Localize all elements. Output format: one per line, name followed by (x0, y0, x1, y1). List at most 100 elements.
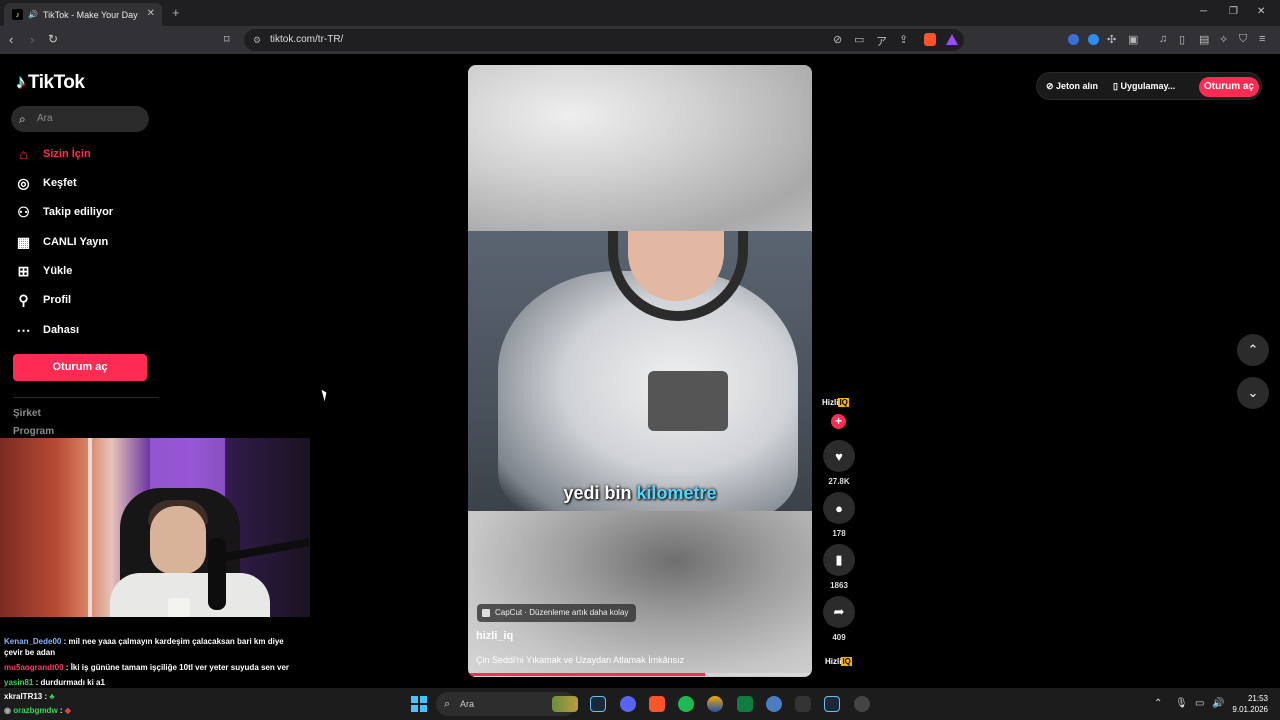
footer-link-program[interactable]: Program (13, 426, 54, 437)
live-icon: ▦ (16, 233, 31, 250)
app-icon[interactable] (854, 696, 870, 712)
brave-icon[interactable] (649, 696, 665, 712)
forward-icon[interactable]: › (30, 32, 34, 47)
chat-message: yasin81 : durdurmadı ki a1 (4, 677, 304, 688)
chat-username: Kenan_Dede00 (4, 637, 62, 646)
like-count: 27.8K (828, 477, 850, 486)
chat-text: : durdurmadı ki a1 (33, 678, 105, 687)
share-count: 409 (832, 633, 846, 642)
taskbar-search-placeholder: Ara (460, 699, 475, 709)
audio-playing-icon[interactable]: 🔊 (28, 10, 38, 19)
spotify-icon[interactable] (678, 696, 694, 712)
close-tab-icon[interactable]: ✕ (147, 8, 155, 19)
network-icon[interactable]: ▭ (1195, 698, 1204, 709)
video-progress-fill (468, 673, 706, 676)
get-app-button[interactable]: ▯ Uygulamay... (1113, 81, 1175, 92)
subtitle-highlight: kilometre (636, 483, 717, 503)
sidebar-item-for-you[interactable]: ⌂ Sizin İçin (14, 144, 91, 164)
sidebar-item-more[interactable]: ⋯ Dahası (14, 320, 80, 340)
media-icon[interactable]: ⊘ (833, 33, 842, 46)
sidebar-item-following[interactable]: ⚇ Takip ediliyor (14, 202, 113, 222)
chat-message: ◉ orazbgmdw : ◆ (4, 706, 71, 715)
share-icon[interactable]: ⇪ (899, 33, 908, 46)
more-icon: ⋯ (16, 321, 31, 338)
brave-rewards-icon[interactable] (946, 34, 958, 45)
brave-shields-icon[interactable] (924, 33, 936, 46)
next-video-button[interactable]: ⌄ (1237, 377, 1269, 409)
follow-button[interactable]: + (831, 414, 846, 429)
share-button[interactable]: ➦ (823, 596, 855, 628)
comment-button[interactable]: ● (823, 492, 855, 524)
video-progress-bar[interactable] (468, 673, 812, 676)
sidebar-icon[interactable]: ▯ (1179, 33, 1185, 46)
bookmark-icon[interactable]: ⌑ (224, 33, 230, 46)
chat-text: : İki iş gününe tamam işçiliğe 10tl ver … (63, 663, 290, 672)
search-icon: ⌕ (19, 112, 26, 126)
downloads-icon[interactable]: ▣ (1128, 33, 1138, 46)
clock-date: 9.01.2026 (1232, 705, 1268, 714)
menu-icon[interactable]: ≡ (1259, 33, 1265, 45)
avatar-text: Hizli (822, 398, 839, 407)
sidebar-item-profile[interactable]: ⚲ Profil (14, 290, 71, 310)
microphone-icon[interactable]: 🎙 (1175, 698, 1188, 709)
tray-chevron-icon[interactable]: ⌃ (1154, 698, 1162, 709)
search-input[interactable]: ⌕ Ara (11, 106, 149, 132)
video-author[interactable]: hizli_iq (476, 630, 513, 642)
back-icon[interactable]: ‹ (9, 32, 13, 47)
browser-tab[interactable]: ♪ 🔊 TikTok - Make Your Day ✕ (4, 3, 162, 26)
webcam-overlay (0, 438, 310, 617)
discord-icon[interactable] (620, 696, 636, 712)
music-disc-badge: IQ (841, 657, 852, 666)
get-coins-button[interactable]: ⊘ Jeton alın (1046, 81, 1098, 92)
save-button[interactable]: ▮ (823, 544, 855, 576)
search-highlight-icon[interactable] (552, 696, 578, 712)
minimize-button[interactable]: ─ (1200, 6, 1207, 17)
capcut-tag[interactable]: CapCut · Düzenleme artık daha kolay (477, 604, 637, 622)
video-blur-top (468, 65, 812, 231)
sidebar-item-upload[interactable]: ⊞ Yükle (14, 261, 73, 281)
app-icon[interactable] (766, 696, 782, 712)
maximize-button[interactable]: ❐ (1229, 6, 1238, 17)
vpn-icon[interactable]: ⛉ (1239, 33, 1247, 46)
author-avatar[interactable]: HizliIQ (822, 398, 854, 414)
music-icon[interactable]: ♫ (1159, 33, 1167, 45)
login-button-sidebar[interactable]: Oturum aç (13, 354, 147, 381)
browser-tab-bar: ♪ 🔊 TikTok - Make Your Day ✕ + ─ ❐ ✕ (0, 0, 1280, 26)
tiktok-logo[interactable]: ♪ TikTok (16, 72, 85, 94)
extension-icon[interactable] (1068, 34, 1079, 45)
wallet-icon[interactable]: ▤ (1199, 33, 1209, 46)
translate-icon[interactable]: ア (876, 33, 887, 49)
like-button[interactable]: ♥ (823, 440, 855, 472)
volume-icon[interactable]: 🔊 (1212, 698, 1224, 709)
sidebar-item-explore[interactable]: ◎ Keşfet (14, 173, 76, 193)
chat-badge-icon: ◉ (4, 706, 11, 715)
footer-link-company[interactable]: Şirket (13, 408, 41, 419)
extension-icon[interactable] (1088, 34, 1099, 45)
leo-ai-icon[interactable]: ✧ (1219, 33, 1228, 46)
chat-username: yasin81 (4, 678, 34, 687)
app-icon[interactable] (795, 696, 811, 712)
steam-icon[interactable] (590, 696, 606, 712)
excel-icon[interactable] (737, 696, 753, 712)
previous-video-button[interactable]: ⌃ (1237, 334, 1269, 366)
new-tab-button[interactable]: + (172, 5, 180, 20)
music-disc[interactable]: HizliIQ (825, 657, 852, 666)
sidebar-item-live[interactable]: ▦ CANLI Yayın (14, 232, 108, 252)
taskbar-clock[interactable]: 21:53 9.01.2026 (1232, 693, 1268, 715)
windows-start-icon[interactable] (411, 696, 427, 712)
site-info-icon[interactable]: ⚙ (253, 29, 261, 51)
login-button-header[interactable]: Oturum aç (1199, 77, 1259, 97)
close-window-button[interactable]: ✕ (1257, 6, 1265, 17)
video-blur-bottom (468, 511, 812, 677)
steam-icon[interactable] (824, 696, 840, 712)
webcam-streamer-shirt (110, 573, 270, 617)
extensions-icon[interactable]: ✣ (1107, 33, 1116, 46)
get-app-label: Uygulamay... (1120, 81, 1176, 91)
reload-icon[interactable]: ↻ (48, 32, 58, 46)
cast-icon[interactable]: ▭ (854, 33, 864, 46)
video-subtitle: yedi bin kilometre (468, 483, 812, 504)
app-icon[interactable] (707, 696, 723, 712)
sidebar-item-label: Sizin İçin (43, 148, 91, 160)
browser-toolbar: ‹ › ↻ ⌑ ⚙ tiktok.com/tr-TR/ ⊘ ▭ ア ⇪ ✣ ▣ … (0, 26, 1280, 54)
video-player[interactable]: yedi bin kilometre CapCut · Düzenleme ar… (468, 65, 812, 677)
